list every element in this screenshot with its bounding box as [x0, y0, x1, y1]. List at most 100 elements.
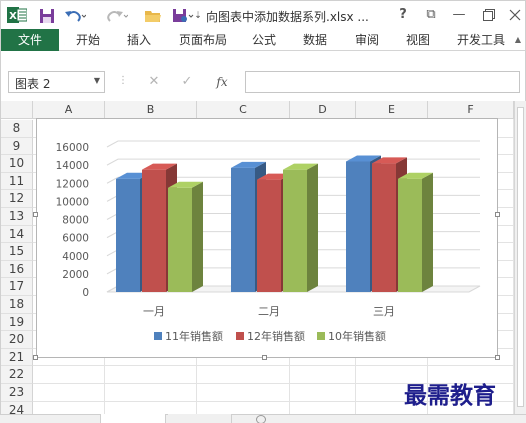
help-button[interactable]: ?: [393, 5, 413, 25]
excel-logo-icon: X: [7, 7, 27, 23]
bar: [283, 169, 307, 292]
y-tick-label: 8000: [62, 215, 89, 227]
row-header-14[interactable]: 14: [1, 225, 33, 244]
column-header-b[interactable]: B: [105, 101, 197, 119]
tab-formulas[interactable]: 公式: [252, 29, 276, 51]
bar-side: [307, 163, 318, 292]
svg-text:X: X: [9, 11, 17, 22]
y-tick-label: 0: [82, 287, 89, 299]
tab-view[interactable]: 视图: [406, 29, 430, 51]
row-header-20[interactable]: 20: [1, 331, 33, 349]
formula-bar-grip-icon: ⋮: [118, 75, 128, 86]
tab-review[interactable]: 审阅: [355, 29, 379, 51]
bar: [372, 163, 396, 292]
bar-side: [192, 181, 203, 292]
chart-resize-handle-right[interactable]: [495, 212, 500, 217]
name-box[interactable]: 图表 2 ▼: [8, 71, 105, 93]
ribbon-tabs: 文件 开始 插入 页面布局 公式 数据 审阅 视图 开发工具 ▲: [0, 29, 526, 51]
legend-swatch: [154, 332, 162, 340]
row-header-23[interactable]: 23: [1, 384, 33, 402]
cancel-entry-button[interactable]: ✕: [145, 73, 163, 91]
row-header-16[interactable]: 16: [1, 260, 33, 279]
add-sheet-icon[interactable]: [256, 415, 266, 423]
chart-gridline: [106, 140, 480, 148]
bar: [346, 161, 370, 292]
row-header-10[interactable]: 10: [1, 155, 33, 173]
chart-area[interactable]: 16000 14000 12000 10000 8000 6000 4000 2000 0 一月 二…: [36, 118, 498, 358]
redo-icon[interactable]: [105, 6, 129, 26]
save-icon[interactable]: [37, 6, 57, 26]
tab-home[interactable]: 开始: [76, 29, 100, 51]
sheet-tab-active[interactable]: [100, 414, 166, 423]
row-header-11[interactable]: 11: [1, 172, 33, 191]
row-header-15[interactable]: 15: [1, 243, 33, 261]
restore-button[interactable]: [479, 5, 499, 25]
close-button[interactable]: [505, 5, 525, 25]
undo-icon[interactable]: [63, 6, 87, 26]
ribbon-scroll-icon[interactable]: ▲: [513, 30, 523, 50]
window-title: 向图表中添加数据系列.xlsx ...: [206, 10, 369, 24]
column-header-c[interactable]: C: [197, 101, 290, 119]
chart-resize-handle-bottom[interactable]: [262, 355, 267, 360]
row-header-22[interactable]: 22: [1, 366, 33, 384]
ribbon-display-options-icon[interactable]: ⧉: [421, 5, 441, 25]
legend-swatch: [236, 332, 244, 340]
minimize-button[interactable]: —: [449, 5, 469, 25]
row-header-17[interactable]: 17: [1, 278, 33, 296]
chevron-down-icon[interactable]: ▼: [94, 76, 100, 85]
sheet-tabs-bar: [0, 414, 526, 423]
clustered-column-chart: 16000 14000 12000 10000 8000 6000 4000 2000 0 一月 二…: [56, 140, 481, 343]
legend-label: 12年销售额: [247, 329, 305, 343]
legend-swatch: [317, 332, 325, 340]
tab-data[interactable]: 数据: [303, 29, 327, 51]
y-tick-label: 2000: [62, 269, 89, 281]
bar: [142, 169, 166, 292]
row-header-12[interactable]: 12: [1, 190, 33, 208]
bar: [116, 178, 140, 292]
row-header-18[interactable]: 18: [1, 296, 33, 314]
y-tick-label: 4000: [62, 251, 89, 263]
y-tick-label: 10000: [56, 196, 89, 208]
bar-side: [422, 172, 433, 292]
bar: [257, 179, 281, 292]
watermark-text: 最需教育: [404, 382, 496, 409]
confirm-entry-button[interactable]: ✓: [178, 73, 196, 91]
column-header-f[interactable]: F: [428, 101, 514, 119]
y-tick-label: 12000: [56, 178, 89, 190]
legend-label: 10年销售额: [328, 329, 386, 343]
chart-resize-handle-left[interactable]: [33, 212, 38, 217]
open-folder-icon[interactable]: [143, 6, 163, 26]
x-category-label: 三月: [373, 305, 395, 318]
quick-access-more-icon[interactable]: ⇣: [193, 6, 203, 26]
customize-save-icon[interactable]: [171, 6, 195, 26]
bar: [398, 178, 422, 292]
column-header-a[interactable]: A: [33, 101, 105, 119]
row-header-21[interactable]: 21: [1, 348, 33, 367]
row-header-19[interactable]: 19: [1, 313, 33, 332]
tab-file[interactable]: 文件: [1, 29, 59, 51]
y-tick-label: 14000: [56, 160, 89, 172]
tab-insert[interactable]: 插入: [127, 29, 151, 51]
sheet-tab[interactable]: [168, 414, 232, 423]
row-header-9[interactable]: 9: [1, 137, 33, 156]
scrollbar-thumb[interactable]: [517, 107, 524, 407]
y-tick-label: 16000: [56, 142, 89, 154]
insert-function-button[interactable]: fx: [213, 73, 231, 91]
tab-page-layout[interactable]: 页面布局: [179, 29, 227, 51]
grid-row-line: [33, 365, 515, 367]
chart-resize-handle-corner[interactable]: [495, 355, 500, 360]
title-bar: X ⇣ 向图表中添加数据系列.xlsx ... ? ⧉ —: [0, 0, 526, 29]
bar: [231, 167, 255, 292]
column-header-e[interactable]: E: [356, 101, 428, 119]
select-all-corner[interactable]: [1, 101, 33, 119]
row-header-8[interactable]: 8: [1, 120, 33, 138]
row-header-13[interactable]: 13: [1, 208, 33, 226]
vertical-scrollbar[interactable]: [514, 101, 526, 423]
tab-developer[interactable]: 开发工具: [457, 29, 505, 51]
chart-resize-handle-bottom-left[interactable]: [33, 355, 38, 360]
x-category-label: 一月: [143, 305, 165, 318]
column-header-d[interactable]: D: [290, 101, 356, 119]
formula-bar: 图表 2 ▼ ⋮ ✕ ✓ fx: [0, 51, 526, 101]
legend-label: 11年销售额: [165, 329, 223, 343]
formula-input[interactable]: [245, 71, 520, 93]
